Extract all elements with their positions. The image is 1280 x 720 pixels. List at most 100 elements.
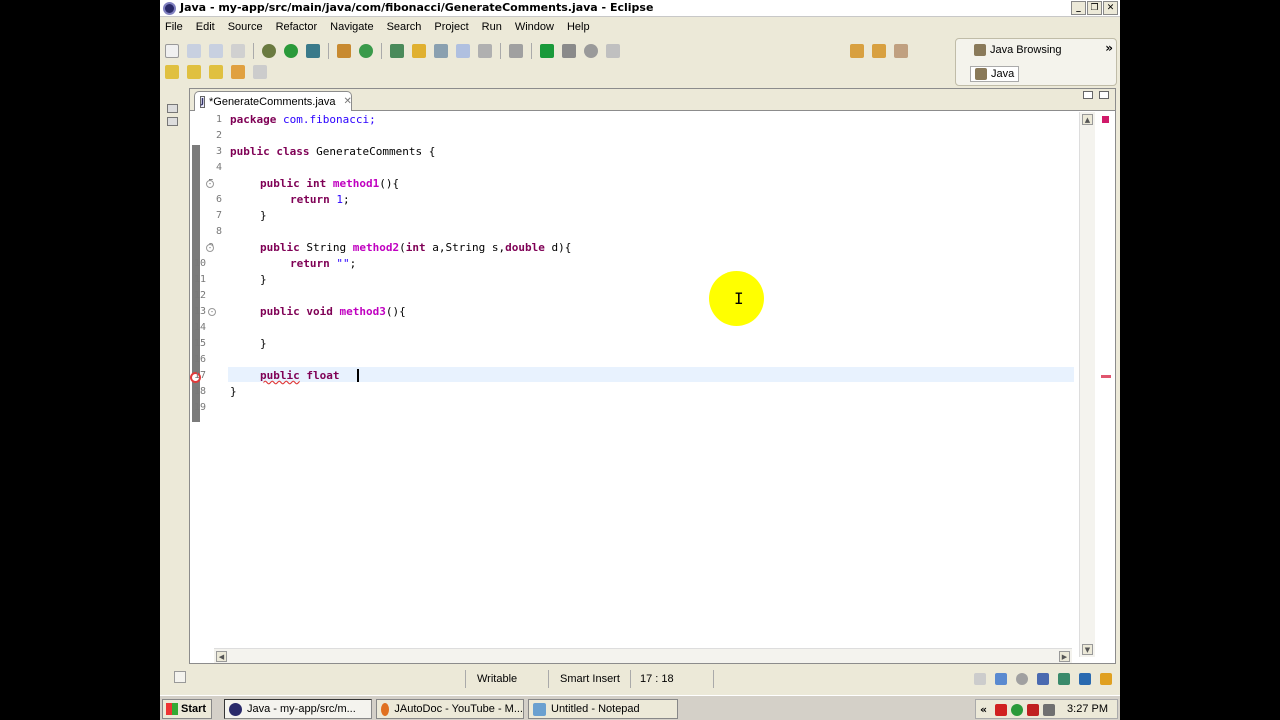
toolbar-separator bbox=[531, 43, 532, 59]
tray-expand-icon[interactable]: « bbox=[980, 703, 987, 716]
overview-ruler bbox=[1097, 112, 1115, 657]
menu-run[interactable]: Run bbox=[482, 21, 502, 33]
maximize-editor-icon[interactable] bbox=[1099, 91, 1109, 99]
close-button[interactable]: ✕ bbox=[1103, 1, 1118, 15]
perspective-java[interactable]: Java bbox=[970, 66, 1020, 82]
print-icon[interactable] bbox=[231, 44, 245, 58]
new-java-project-icon[interactable] bbox=[337, 44, 351, 58]
toolbar-separator bbox=[500, 43, 501, 59]
menu-navigate[interactable]: Navigate bbox=[330, 21, 373, 33]
menu-search[interactable]: Search bbox=[387, 21, 422, 33]
progress-icon[interactable] bbox=[1100, 673, 1112, 685]
external-tools-icon[interactable] bbox=[306, 44, 320, 58]
run-icon[interactable] bbox=[284, 44, 298, 58]
line-number: 2 bbox=[215, 130, 222, 141]
scroll-right-icon[interactable]: ▶ bbox=[1059, 651, 1070, 662]
menu-window[interactable]: Window bbox=[515, 21, 554, 33]
declaration-icon[interactable] bbox=[1037, 673, 1049, 685]
tray-volume-icon[interactable] bbox=[1043, 704, 1055, 716]
start-button[interactable]: Start bbox=[162, 699, 212, 719]
fold-toggle-icon[interactable]: - bbox=[208, 308, 216, 316]
new-class-icon[interactable] bbox=[359, 44, 373, 58]
tray-network-icon[interactable] bbox=[1011, 704, 1023, 716]
save-all-icon[interactable] bbox=[209, 44, 223, 58]
open-resource-icon[interactable] bbox=[872, 44, 886, 58]
restore-icon[interactable] bbox=[974, 673, 986, 685]
secondary-toolbar bbox=[850, 41, 916, 61]
fast-view-icon[interactable] bbox=[174, 671, 186, 683]
window-title: Java - my-app/src/main/java/com/fibonacc… bbox=[180, 1, 654, 14]
fold-toggle-icon[interactable]: - bbox=[206, 180, 214, 188]
menu-project[interactable]: Project bbox=[434, 21, 468, 33]
task-firefox[interactable]: JAutoDoc - YouTube - M... bbox=[376, 699, 524, 719]
tab-generate-comments[interactable]: J *GenerateComments.java ✕ bbox=[194, 91, 352, 111]
clock: 3:27 PM bbox=[1067, 703, 1108, 715]
console-icon[interactable] bbox=[995, 673, 1007, 685]
error-summary-icon[interactable] bbox=[1102, 116, 1109, 123]
system-tray: « 3:27 PM bbox=[975, 699, 1118, 719]
restore-view-icon[interactable] bbox=[167, 104, 178, 113]
scroll-up-icon[interactable]: ▲ bbox=[1082, 114, 1093, 125]
previous-annotation-icon[interactable] bbox=[187, 65, 201, 79]
show-whitespace-icon[interactable] bbox=[478, 44, 492, 58]
menu-help[interactable]: Help bbox=[567, 21, 590, 33]
tab-close-icon[interactable]: ✕ bbox=[344, 96, 352, 107]
text-caret bbox=[357, 369, 359, 382]
taskbar: Start Java - my-app/src/m... JAutoDoc - … bbox=[160, 695, 1120, 720]
mark-occurrences-icon[interactable] bbox=[434, 44, 448, 58]
task-eclipse[interactable]: Java - my-app/src/m... bbox=[224, 699, 372, 719]
status-insert-mode: Smart Insert bbox=[560, 673, 620, 685]
minimize-editor-icon[interactable] bbox=[1083, 91, 1093, 99]
new-icon[interactable] bbox=[165, 44, 179, 58]
last-edit-icon[interactable] bbox=[209, 65, 223, 79]
perspective-java-browsing[interactable]: Java Browsing bbox=[974, 44, 1062, 56]
menu-file[interactable]: File bbox=[165, 21, 183, 33]
error-ruler-marker[interactable] bbox=[1101, 375, 1111, 378]
minimize-button[interactable]: _ bbox=[1071, 1, 1086, 15]
restore-button[interactable]: ❐ bbox=[1087, 1, 1102, 15]
menu-source[interactable]: Source bbox=[228, 21, 263, 33]
vertical-scrollbar[interactable]: ▲ ▼ bbox=[1079, 112, 1095, 657]
code-editor[interactable]: package com.fibonacci; public class Gene… bbox=[228, 112, 1074, 640]
java-browsing-icon bbox=[974, 44, 986, 56]
problems-icon[interactable] bbox=[1058, 673, 1070, 685]
resume-icon[interactable] bbox=[540, 44, 554, 58]
code-line: public String method2(int a,String s,dou… bbox=[260, 241, 572, 254]
next-annotation-icon[interactable] bbox=[165, 65, 179, 79]
stop-icon[interactable] bbox=[584, 44, 598, 58]
line-number: 7 bbox=[215, 210, 222, 221]
task-notepad[interactable]: Untitled - Notepad bbox=[528, 699, 678, 719]
search-icon[interactable] bbox=[412, 44, 426, 58]
firefox-icon bbox=[381, 702, 390, 716]
tools-icon[interactable] bbox=[894, 44, 908, 58]
code-line: return 1; bbox=[290, 193, 350, 206]
scroll-down-icon[interactable]: ▼ bbox=[1082, 644, 1093, 655]
more-perspectives-icon[interactable]: » bbox=[1105, 41, 1113, 55]
forward-icon[interactable] bbox=[253, 65, 267, 79]
package-explorer-icon[interactable] bbox=[167, 117, 178, 126]
open-type-icon[interactable] bbox=[390, 44, 404, 58]
tab-label: *GenerateComments.java bbox=[208, 95, 336, 108]
open-folder-icon[interactable] bbox=[850, 44, 864, 58]
tray-security-icon[interactable] bbox=[1027, 704, 1039, 716]
tasks-icon[interactable] bbox=[1079, 673, 1091, 685]
build-icon[interactable] bbox=[562, 44, 576, 58]
line-number: 19 bbox=[193, 402, 206, 413]
hand-icon[interactable] bbox=[606, 44, 620, 58]
java-file-icon: J bbox=[200, 95, 205, 108]
menu-refactor[interactable]: Refactor bbox=[276, 21, 318, 33]
line-number: 10 bbox=[193, 258, 206, 269]
horizontal-scrollbar[interactable]: ◀ ▶ bbox=[214, 648, 1072, 663]
javadoc-icon[interactable] bbox=[1016, 673, 1028, 685]
fold-toggle-icon[interactable]: - bbox=[206, 244, 214, 252]
back-icon[interactable] bbox=[231, 65, 245, 79]
server-icon[interactable] bbox=[509, 44, 523, 58]
block-selection-icon[interactable] bbox=[456, 44, 470, 58]
save-icon[interactable] bbox=[187, 44, 201, 58]
main-toolbar bbox=[165, 41, 628, 61]
scroll-left-icon[interactable]: ◀ bbox=[216, 651, 227, 662]
tray-app-icon[interactable] bbox=[995, 704, 1007, 716]
menu-edit[interactable]: Edit bbox=[196, 21, 215, 33]
eclipse-screen: Java - my-app/src/main/java/com/fibonacc… bbox=[160, 0, 1120, 720]
debug-icon[interactable] bbox=[262, 44, 276, 58]
